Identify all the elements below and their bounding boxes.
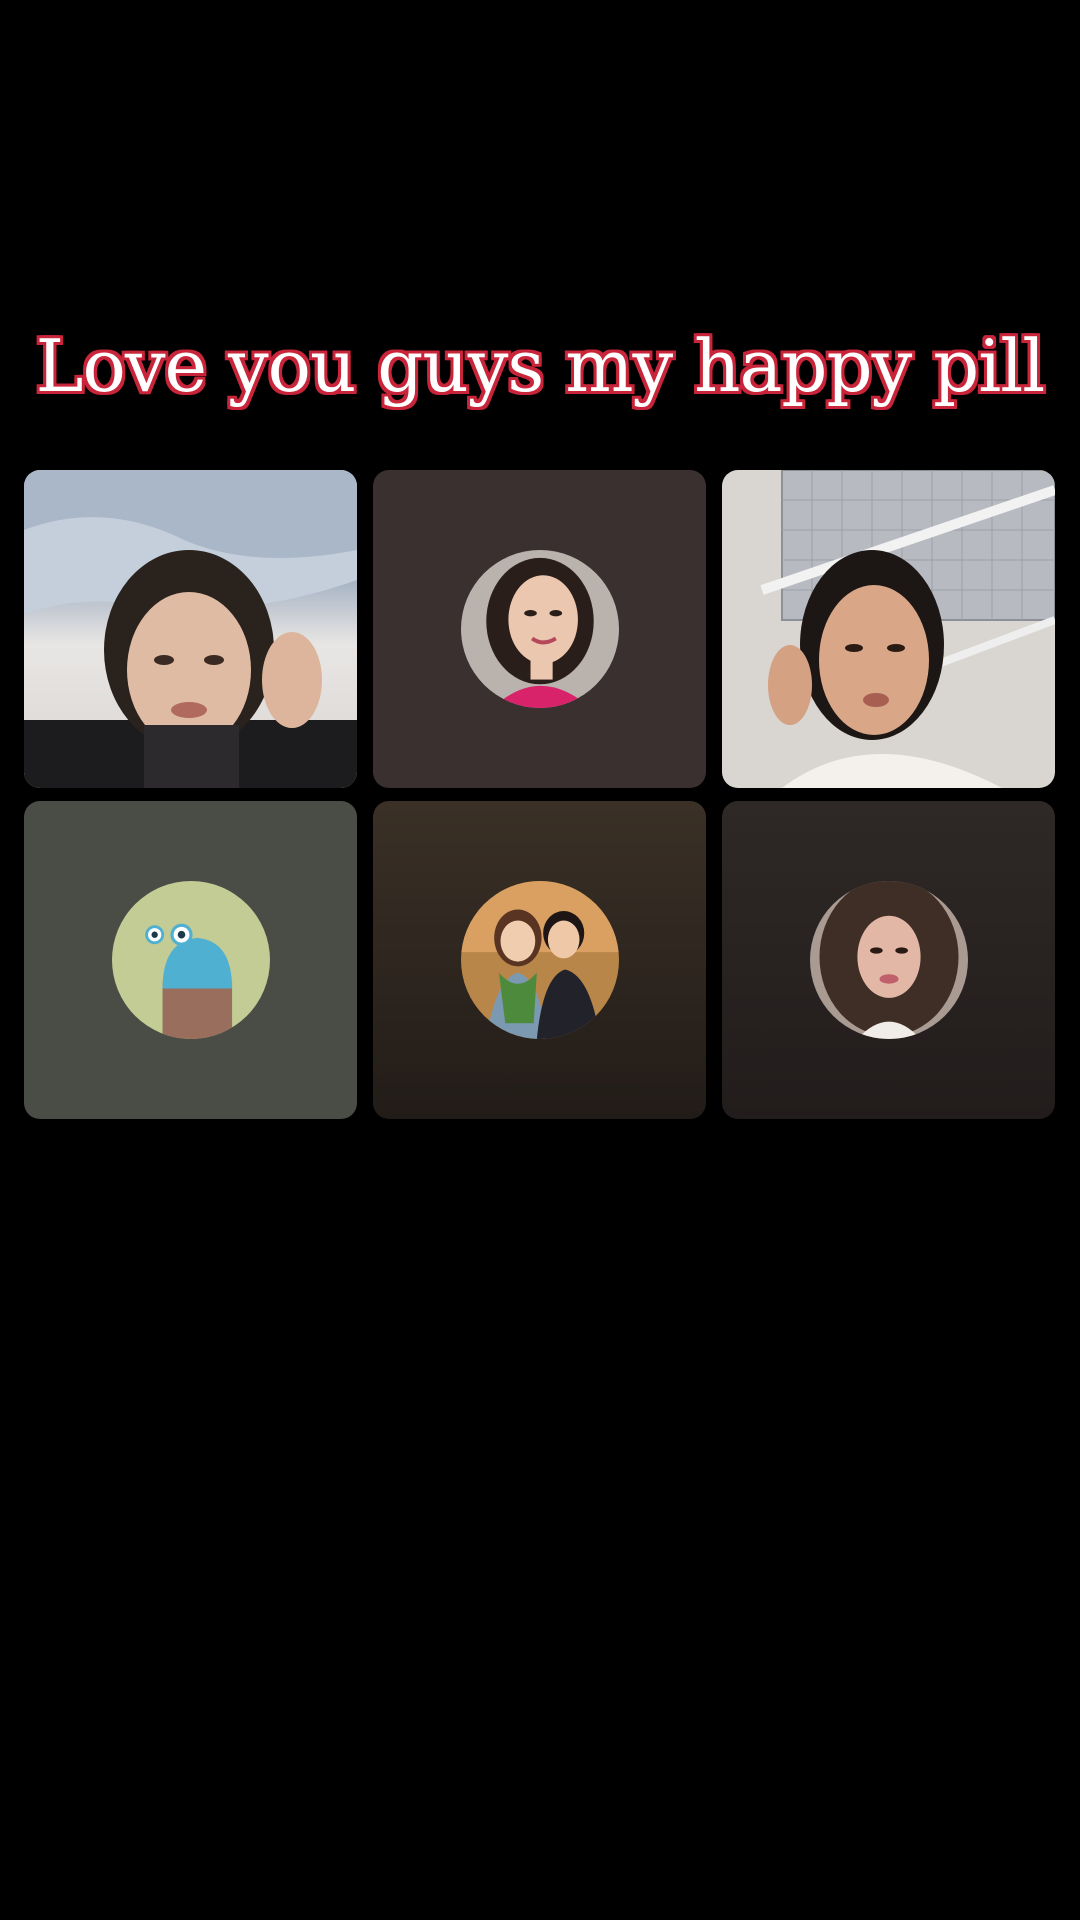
participant-video-1: [24, 470, 357, 788]
participant-avatar-4: [111, 881, 270, 1039]
participant-tile-video-1[interactable]: [24, 470, 357, 788]
participant-avatar-5: [460, 881, 619, 1039]
participant-tile-2[interactable]: [373, 470, 706, 788]
caption-text: Love you guys my happy pill: [35, 324, 1046, 408]
participant-grid: [24, 470, 1056, 1119]
participant-avatar-6: [809, 881, 968, 1039]
participant-video-2: [722, 470, 1055, 788]
participant-tile-6[interactable]: [722, 801, 1055, 1119]
participant-tile-4[interactable]: [24, 801, 357, 1119]
participant-tile-video-2[interactable]: [722, 470, 1055, 788]
participant-avatar-2: [460, 550, 619, 708]
participant-tile-5[interactable]: [373, 801, 706, 1119]
